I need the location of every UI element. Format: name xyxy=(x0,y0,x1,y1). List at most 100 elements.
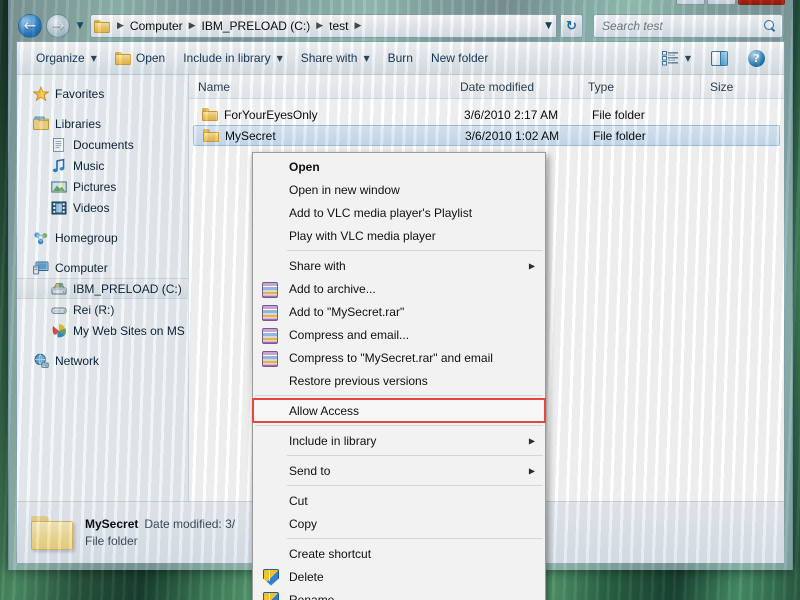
burn-button[interactable]: Burn xyxy=(379,47,422,69)
sidebar-item-pictures[interactable]: Pictures xyxy=(17,176,188,197)
new-folder-button[interactable]: New folder xyxy=(422,47,497,69)
sidebar-item-label: Music xyxy=(73,158,105,173)
column-headers: Name Date modified Type Size xyxy=(189,75,784,99)
sidebar-item-ibm-preload-c[interactable]: IBM_PRELOAD (C:) xyxy=(17,278,188,299)
menu-separator xyxy=(255,425,543,426)
column-header-date-modified[interactable]: Date modified xyxy=(451,75,579,98)
organize-button[interactable]: Organize ▼ xyxy=(27,47,106,69)
nav-group-homegroup: Homegroup xyxy=(17,227,188,248)
chevron-down-icon: ▼ xyxy=(363,53,370,63)
address-bar[interactable]: ▶ Computer ▶ IBM_PRELOAD (C:) ▶ test ▶ ▼ xyxy=(90,14,557,38)
website-icon xyxy=(51,323,67,339)
menu-item-open[interactable]: Open xyxy=(253,155,545,178)
organize-label: Organize xyxy=(36,51,85,65)
submenu-arrow-icon: ▶ xyxy=(528,466,535,475)
sidebar-item-label: Homegroup xyxy=(55,230,118,245)
table-row[interactable]: ForYourEyesOnly 3/6/2010 2:17 AM File fo… xyxy=(193,104,780,125)
open-button[interactable]: Open xyxy=(106,47,174,69)
column-header-type[interactable]: Type xyxy=(579,75,701,98)
sidebar-item-label: Pictures xyxy=(73,179,117,194)
homegroup-icon xyxy=(33,230,49,246)
winrar-icon xyxy=(262,327,278,344)
sidebar-item-label: My Web Sites on MS xyxy=(73,323,185,338)
minimize-button[interactable] xyxy=(676,0,705,5)
menu-item-compress-to-rar-and-email[interactable]: Compress to "MySecret.rar" and email xyxy=(253,346,545,369)
preview-pane-button[interactable] xyxy=(702,47,737,70)
winrar-icon xyxy=(262,350,278,367)
breadcrumb-item-drive[interactable]: IBM_PRELOAD (C:) xyxy=(200,18,313,34)
menu-item-label: Compress and email... xyxy=(289,327,410,342)
details-kind: File folder xyxy=(85,534,138,548)
sidebar-item-documents[interactable]: Documents xyxy=(17,134,188,155)
sidebar-item-favorites[interactable]: Favorites xyxy=(17,83,188,104)
refresh-button[interactable]: ↻ xyxy=(561,14,583,38)
sidebar-item-music[interactable]: Music xyxy=(17,155,188,176)
menu-item-create-shortcut[interactable]: Create shortcut xyxy=(253,542,545,565)
address-bar-row: ← → ▼ ▶ Computer ▶ IBM_PRELOAD (C:) ▶ te… xyxy=(16,11,785,41)
sidebar-item-computer[interactable]: Computer xyxy=(17,257,188,278)
breadcrumb-separator-2: ▶ xyxy=(316,21,324,31)
close-button[interactable]: ✕ xyxy=(738,0,785,5)
cell-type: File folder xyxy=(592,107,645,122)
menu-item-label: Create shortcut xyxy=(289,546,372,561)
menu-item-add-to-archive[interactable]: Add to archive... xyxy=(253,277,545,300)
burn-label: Burn xyxy=(387,51,413,65)
column-header-size[interactable]: Size xyxy=(701,75,784,98)
history-dropdown-button[interactable]: ▼ xyxy=(74,21,86,31)
sidebar-item-my-web-sites[interactable]: My Web Sites on MS xyxy=(17,320,188,341)
chevron-down-icon: ▼ xyxy=(684,53,691,63)
close-icon: ✕ xyxy=(756,0,766,3)
breadcrumb-item-computer[interactable]: Computer xyxy=(128,18,185,34)
forward-button[interactable]: → xyxy=(46,14,70,38)
menu-item-copy[interactable]: Copy xyxy=(253,512,545,535)
table-row[interactable]: MySecret 3/6/2010 1:02 AM File folder xyxy=(193,125,780,146)
refresh-icon: ↻ xyxy=(566,18,577,34)
menu-item-compress-and-email[interactable]: Compress and email... xyxy=(253,323,545,346)
change-view-button[interactable]: ▼ xyxy=(653,47,700,70)
menu-item-rename[interactable]: Rename xyxy=(253,588,545,600)
cell-date: 3/6/2010 2:17 AM xyxy=(464,107,559,122)
details-text: MySecret Date modified: 3/ File folder xyxy=(85,517,235,548)
column-header-name[interactable]: Name xyxy=(189,75,451,98)
search-box[interactable]: Search test xyxy=(593,14,783,38)
context-menu: Open Open in new window Add to VLC media… xyxy=(252,152,546,600)
search-input[interactable]: Search test xyxy=(602,19,764,33)
breadcrumb-item-test[interactable]: test xyxy=(327,18,350,34)
maximize-button[interactable] xyxy=(707,0,736,5)
details-line-1: MySecret Date modified: 3/ xyxy=(85,517,235,531)
menu-item-play-with-vlc[interactable]: Play with VLC media player xyxy=(253,224,545,247)
menu-item-add-to-mysecret-rar[interactable]: Add to "MySecret.rar" xyxy=(253,300,545,323)
cell-date: 3/6/2010 1:02 AM xyxy=(465,128,560,143)
harddisk-icon xyxy=(51,281,67,297)
documents-icon xyxy=(51,137,67,153)
sidebar-item-homegroup[interactable]: Homegroup xyxy=(17,227,188,248)
back-button[interactable]: ← xyxy=(18,14,42,38)
chevron-down-icon: ▼ xyxy=(90,53,97,63)
help-button[interactable]: ? xyxy=(739,46,774,71)
menu-item-share-with[interactable]: Share with ▶ xyxy=(253,254,545,277)
menu-item-allow-access[interactable]: Allow Access xyxy=(252,398,546,423)
menu-separator xyxy=(287,538,543,539)
share-with-button[interactable]: Share with ▼ xyxy=(292,47,379,69)
submenu-arrow-icon: ▶ xyxy=(528,436,535,445)
star-icon xyxy=(32,85,50,102)
include-in-library-button[interactable]: Include in library ▼ xyxy=(174,47,292,69)
sidebar-item-videos[interactable]: Videos xyxy=(17,197,188,218)
menu-item-restore-previous-versions[interactable]: Restore previous versions xyxy=(253,369,545,392)
menu-item-label: Rename xyxy=(289,592,335,600)
menu-item-delete[interactable]: Delete xyxy=(253,565,545,588)
share-with-label: Share with xyxy=(300,51,358,65)
menu-item-label: Open xyxy=(289,159,320,174)
menu-item-include-in-library[interactable]: Include in library ▶ xyxy=(253,429,545,452)
sidebar-item-rei-r[interactable]: Rei (R:) xyxy=(17,299,188,320)
chevron-down-icon[interactable]: ▼ xyxy=(539,21,552,31)
menu-item-label: Allow Access xyxy=(289,403,360,418)
title-bar: ✕ xyxy=(16,0,785,11)
sidebar-item-network[interactable]: Network xyxy=(17,350,188,371)
sidebar-item-libraries[interactable]: Libraries xyxy=(17,113,188,134)
file-rows: ForYourEyesOnly 3/6/2010 2:17 AM File fo… xyxy=(189,99,784,146)
menu-item-cut[interactable]: Cut xyxy=(253,489,545,512)
menu-item-send-to[interactable]: Send to ▶ xyxy=(253,459,545,482)
menu-item-add-to-vlc-playlist[interactable]: Add to VLC media player's Playlist xyxy=(253,201,545,224)
menu-item-open-in-new-window[interactable]: Open in new window xyxy=(253,178,545,201)
